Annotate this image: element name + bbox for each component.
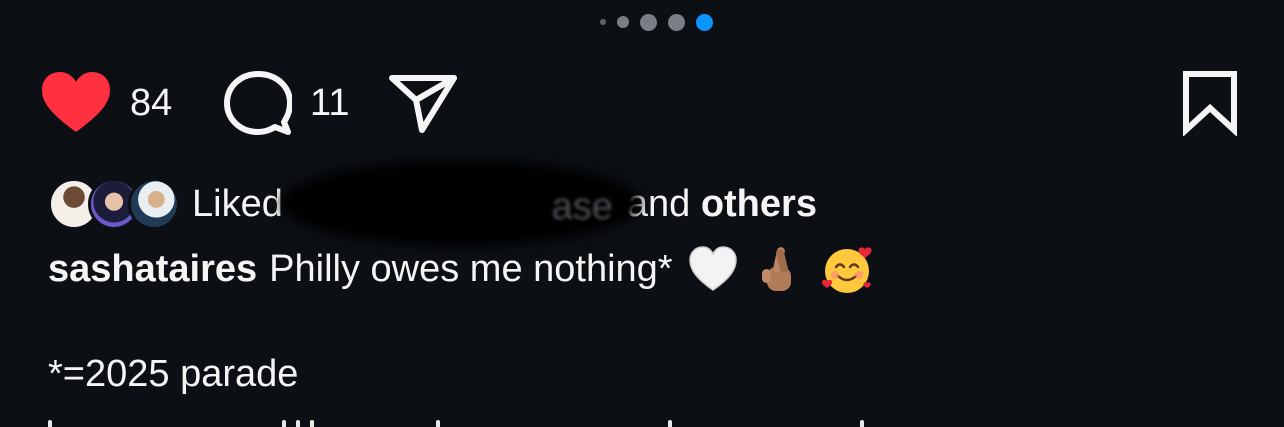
action-bar: 84 11 <box>40 70 1240 140</box>
liked-by-text: Liked ase and others <box>192 159 817 246</box>
carousel-dot <box>639 13 657 31</box>
carousel-indicator <box>0 12 1284 32</box>
smiling-face-with-hearts-emoji <box>819 243 872 295</box>
caption-username[interactable]: sashataires <box>48 238 257 300</box>
white-heart-emoji <box>687 243 739 295</box>
carousel-dot <box>599 19 606 25</box>
caption-text: Philly owes me nothing* <box>269 248 673 290</box>
clipped-next-line <box>48 416 948 427</box>
heart-filled-icon[interactable] <box>40 70 112 136</box>
bookmark-icon[interactable] <box>1180 70 1240 136</box>
carousel-dot <box>667 13 685 31</box>
liker-avatars[interactable] <box>48 174 182 234</box>
paper-plane-icon[interactable] <box>386 70 460 136</box>
save-button[interactable] <box>1180 70 1240 136</box>
liked-prefix: Liked <box>192 183 283 225</box>
like-count[interactable]: 84 <box>130 70 172 136</box>
redacted-username-remnant: ase <box>551 185 613 228</box>
post-footer: 84 11 Liked ase and others sashataires P… <box>0 0 1284 427</box>
caption-second-line: *=2025 parade <box>48 353 299 395</box>
carousel-dot-active <box>695 13 713 31</box>
post-caption: sashataires Philly owes me nothing* <box>48 238 872 300</box>
liked-others-link[interactable]: others <box>701 183 817 225</box>
liked-by-row[interactable]: Liked ase and others <box>48 159 817 246</box>
carousel-dot <box>616 16 629 28</box>
comment-bubble-icon[interactable] <box>224 70 292 136</box>
like-button[interactable]: 84 <box>40 70 172 136</box>
avatar <box>128 178 180 230</box>
crossed-fingers-emoji <box>753 243 805 295</box>
share-button[interactable] <box>386 70 460 136</box>
redacted-username: ase <box>280 159 641 246</box>
comment-count[interactable]: 11 <box>310 70 349 136</box>
comment-button[interactable]: 11 <box>224 70 349 136</box>
